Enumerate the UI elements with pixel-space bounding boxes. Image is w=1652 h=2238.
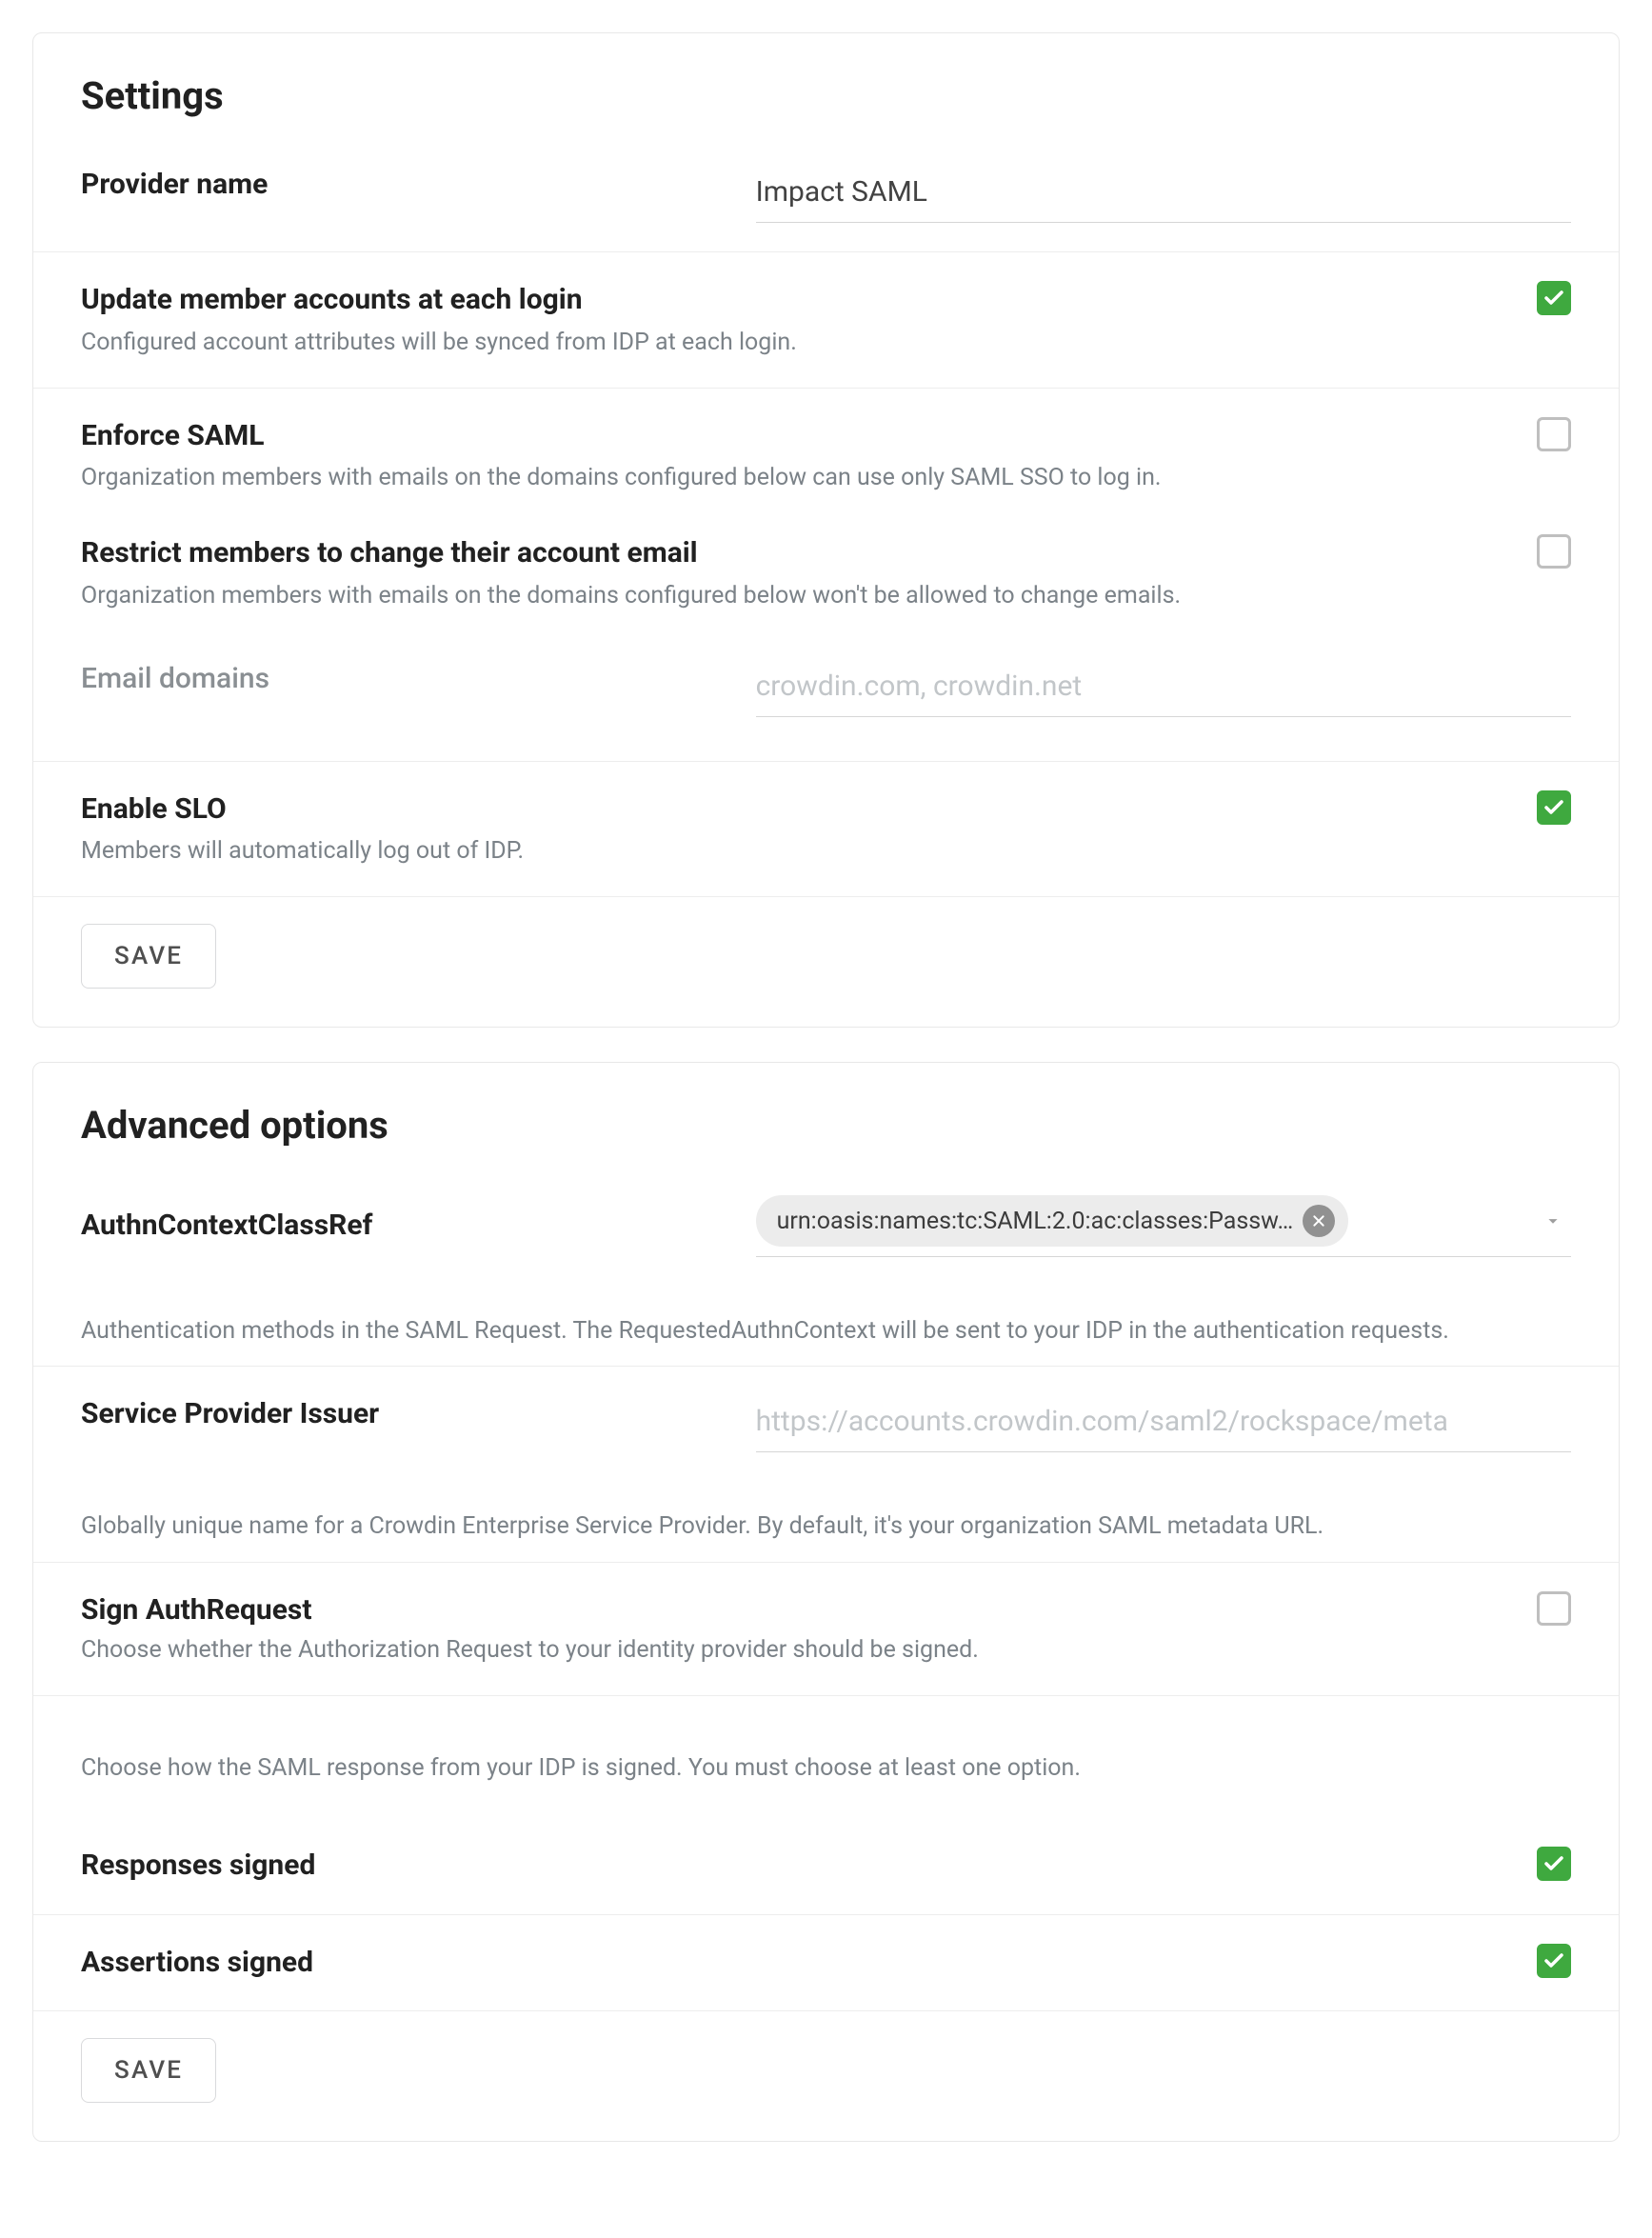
enforce-saml-row: Enforce SAML Organization members with e… <box>33 388 1619 524</box>
sp-issuer-helper-text: Globally unique name for a Crowdin Enter… <box>81 1509 1571 1544</box>
response-intro-text: Choose how the SAML response from your I… <box>81 1751 1571 1786</box>
update-members-desc: Configured account attributes will be sy… <box>81 326 1518 359</box>
enforce-saml-desc: Organization members with emails on the … <box>81 461 1518 494</box>
sp-issuer-label: Service Provider Issuer <box>81 1395 737 1434</box>
update-members-checkbox[interactable] <box>1537 281 1571 315</box>
check-icon <box>1543 1852 1565 1875</box>
check-icon <box>1543 1949 1565 1972</box>
authn-chip-text: urn:oasis:names:tc:SAML:2.0:ac:classes:P… <box>777 1208 1294 1235</box>
authn-row: AuthnContextClassRef urn:oasis:names:tc:… <box>33 1186 1619 1286</box>
authn-helper-row: Authentication methods in the SAML Reque… <box>33 1286 1619 1366</box>
enable-slo-label: Enable SLO <box>81 790 1518 829</box>
enable-slo-desc: Members will automatically log out of ID… <box>81 834 1518 868</box>
sign-authreq-desc: Choose whether the Authorization Request… <box>81 1633 1518 1667</box>
authn-chip: urn:oasis:names:tc:SAML:2.0:ac:classes:P… <box>756 1195 1349 1247</box>
update-members-row: Update member accounts at each login Con… <box>33 251 1619 388</box>
authn-dropdown-caret[interactable] <box>1543 1210 1563 1231</box>
provider-name-label: Provider name <box>81 166 737 205</box>
restrict-email-label: Restrict members to change their account… <box>81 534 1518 573</box>
sign-authreq-label: Sign AuthRequest <box>81 1591 1518 1630</box>
settings-save-row: SAVE <box>33 896 1619 1027</box>
restrict-email-desc: Organization members with emails on the … <box>81 579 1518 612</box>
settings-card: Settings Provider name Update member acc… <box>32 32 1620 1028</box>
response-intro-row: Choose how the SAML response from your I… <box>33 1695 1619 1818</box>
enable-slo-row: Enable SLO Members will automatically lo… <box>33 761 1619 897</box>
responses-signed-checkbox[interactable] <box>1537 1847 1571 1881</box>
email-domains-row: Email domains <box>33 641 1619 761</box>
restrict-email-row: Restrict members to change their account… <box>33 523 1619 641</box>
sp-issuer-row: Service Provider Issuer <box>33 1366 1619 1481</box>
authn-label: AuthnContextClassRef <box>81 1207 737 1246</box>
enable-slo-checkbox[interactable] <box>1537 790 1571 825</box>
email-domains-label: Email domains <box>81 660 737 699</box>
check-icon <box>1543 287 1565 310</box>
email-domains-input[interactable] <box>756 660 1571 717</box>
sp-issuer-helper-row: Globally unique name for a Crowdin Enter… <box>33 1481 1619 1561</box>
check-icon <box>1543 796 1565 819</box>
authn-chip-remove[interactable] <box>1303 1205 1335 1237</box>
authn-helper-text: Authentication methods in the SAML Reque… <box>81 1314 1571 1349</box>
enforce-saml-checkbox[interactable] <box>1537 417 1571 451</box>
provider-name-row: Provider name <box>33 156 1619 251</box>
advanced-save-row: SAVE <box>33 2010 1619 2141</box>
enforce-saml-label: Enforce SAML <box>81 417 1518 456</box>
advanced-card: Advanced options AuthnContextClassRef ur… <box>32 1062 1620 2142</box>
responses-signed-label: Responses signed <box>81 1847 1518 1886</box>
responses-signed-row: Responses signed <box>33 1818 1619 1914</box>
update-members-label: Update member accounts at each login <box>81 281 1518 320</box>
caret-down-icon <box>1543 1210 1563 1231</box>
sp-issuer-input[interactable] <box>756 1395 1571 1452</box>
sign-authreq-row: Sign AuthRequest Choose whether the Auth… <box>33 1562 1619 1696</box>
assertions-signed-checkbox[interactable] <box>1537 1944 1571 1978</box>
advanced-save-button[interactable]: SAVE <box>81 2038 216 2103</box>
sign-authreq-checkbox[interactable] <box>1537 1591 1571 1626</box>
assertions-signed-row: Assertions signed <box>33 1914 1619 2011</box>
provider-name-input[interactable] <box>756 166 1571 223</box>
assertions-signed-label: Assertions signed <box>81 1944 1518 1983</box>
advanced-title: Advanced options <box>33 1063 1619 1186</box>
close-icon <box>1311 1213 1326 1229</box>
restrict-email-checkbox[interactable] <box>1537 534 1571 569</box>
settings-title: Settings <box>33 33 1619 156</box>
authn-select[interactable]: urn:oasis:names:tc:SAML:2.0:ac:classes:P… <box>756 1195 1571 1257</box>
settings-save-button[interactable]: SAVE <box>81 924 216 989</box>
